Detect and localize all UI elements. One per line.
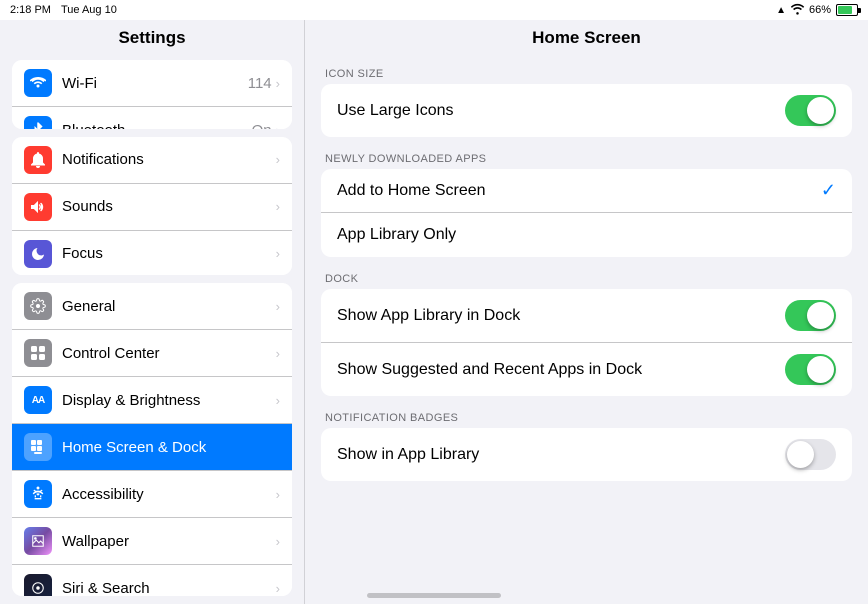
settings-group-personal: Notifications › Sounds › [12,137,292,276]
wifi-icon [24,69,52,97]
content-item-show-in-app-library: Show in App Library [321,428,852,481]
settings-group-network: Wi-Fi 114 › Bluetooth On › [12,60,292,129]
display-label: Display & Brightness [62,392,276,409]
sidebar-item-bluetooth[interactable]: Bluetooth On › [12,107,292,129]
bluetooth-icon [24,116,52,129]
location-icon: ▲ [776,5,786,16]
controlcenter-label: Control Center [62,345,276,362]
settings-group-system: General › Control Center › AA Display & [12,283,292,596]
toggle-knob-2 [807,302,834,329]
show-app-library-dock-toggle[interactable] [785,300,836,331]
sidebar-item-wallpaper[interactable]: Wallpaper › [12,518,292,565]
controlcenter-chevron: › [276,346,280,361]
notifications-chevron: › [276,152,280,167]
home-indicator [367,593,501,598]
toggle-knob-3 [807,356,834,383]
status-time: 2:18 PM [10,4,51,16]
section-label-newly-downloaded: NEWLY DOWNLOADED APPS [305,145,868,169]
section-label-dock: DOCK [305,265,868,289]
section-label-icon-size: ICON SIZE [305,60,868,84]
sidebar-item-controlcenter[interactable]: Control Center › [12,330,292,377]
siri-chevron: › [276,581,280,596]
focus-icon [24,240,52,268]
show-suggested-dock-label: Show Suggested and Recent Apps in Dock [337,361,785,379]
accessibility-label: Accessibility [62,486,276,503]
toggle-knob-4 [787,441,814,468]
sidebar-item-general[interactable]: General › [12,283,292,330]
sidebar: Settings Wi-Fi 114 › [0,0,305,604]
sidebar-item-homescreen[interactable]: Home Screen & Dock [12,424,292,471]
bluetooth-label: Bluetooth [62,122,252,129]
battery-icon [836,4,858,16]
wifi-status-icon [790,3,805,18]
homescreen-label: Home Screen & Dock [62,439,280,456]
sounds-chevron: › [276,199,280,214]
content-group-newly-downloaded: Add to Home Screen ✓ App Library Only [321,169,852,257]
wallpaper-chevron: › [276,534,280,549]
sidebar-item-wifi[interactable]: Wi-Fi 114 › [12,60,292,107]
content-group-icon-size: Use Large Icons [321,84,852,137]
siri-label: Siri & Search [62,580,276,596]
focus-chevron: › [276,246,280,261]
notifications-icon [24,146,52,174]
sidebar-item-notifications[interactable]: Notifications › [12,137,292,184]
controlcenter-icon [24,339,52,367]
wifi-chevron: › [276,76,280,91]
sidebar-item-display[interactable]: AA Display & Brightness › [12,377,292,424]
section-label-notification-badges: NOTIFICATION BADGES [305,404,868,428]
sounds-icon [24,193,52,221]
bluetooth-chevron: › [276,123,280,129]
show-in-app-library-toggle[interactable] [785,439,836,470]
homescreen-icon [24,433,52,461]
display-icon: AA [24,386,52,414]
sidebar-item-focus[interactable]: Focus › [12,231,292,276]
accessibility-chevron: › [276,487,280,502]
status-bar: 2:18 PM Tue Aug 10 ▲ 66% [0,0,868,20]
main-content: Home Screen ICON SIZE Use Large Icons NE… [305,0,868,604]
wifi-label: Wi-Fi [62,75,248,92]
content-item-add-to-home[interactable]: Add to Home Screen ✓ [321,169,852,213]
show-in-app-library-label: Show in App Library [337,446,785,464]
focus-label: Focus [62,245,276,262]
content-item-show-app-library-dock: Show App Library in Dock [321,289,852,343]
use-large-icons-label: Use Large Icons [337,102,785,120]
sidebar-item-siri[interactable]: Siri & Search › [12,565,292,596]
status-date: Tue Aug 10 [61,4,117,16]
content-item-show-suggested-dock: Show Suggested and Recent Apps in Dock [321,343,852,396]
main-title: Home Screen [305,20,868,60]
show-suggested-dock-toggle[interactable] [785,354,836,385]
content-group-dock: Show App Library in Dock Show Suggested … [321,289,852,396]
display-chevron: › [276,393,280,408]
battery-percentage: 66% [809,4,831,16]
app-container: Settings Wi-Fi 114 › [0,0,868,604]
status-left: 2:18 PM Tue Aug 10 [10,4,117,16]
status-right: ▲ 66% [776,3,858,18]
accessibility-icon [24,480,52,508]
content-item-use-large-icons: Use Large Icons [321,84,852,137]
show-app-library-dock-label: Show App Library in Dock [337,307,785,325]
sounds-label: Sounds [62,198,276,215]
wallpaper-icon [24,527,52,555]
general-icon [24,292,52,320]
general-label: General [62,298,276,315]
add-to-home-checkmark: ✓ [821,180,836,201]
sidebar-title: Settings [0,20,304,60]
wifi-value: 114 [248,75,272,92]
content-group-notification-badges: Show in App Library [321,428,852,481]
sidebar-item-sounds[interactable]: Sounds › [12,184,292,231]
bluetooth-value: On [252,122,272,129]
siri-icon [24,574,52,596]
general-chevron: › [276,299,280,314]
content-item-app-library-only[interactable]: App Library Only [321,213,852,257]
use-large-icons-toggle[interactable] [785,95,836,126]
wallpaper-label: Wallpaper [62,533,276,550]
toggle-knob [807,97,834,124]
app-library-only-label: App Library Only [337,226,836,244]
notifications-label: Notifications [62,151,276,168]
sidebar-item-accessibility[interactable]: Accessibility › [12,471,292,518]
add-to-home-label: Add to Home Screen [337,182,821,200]
